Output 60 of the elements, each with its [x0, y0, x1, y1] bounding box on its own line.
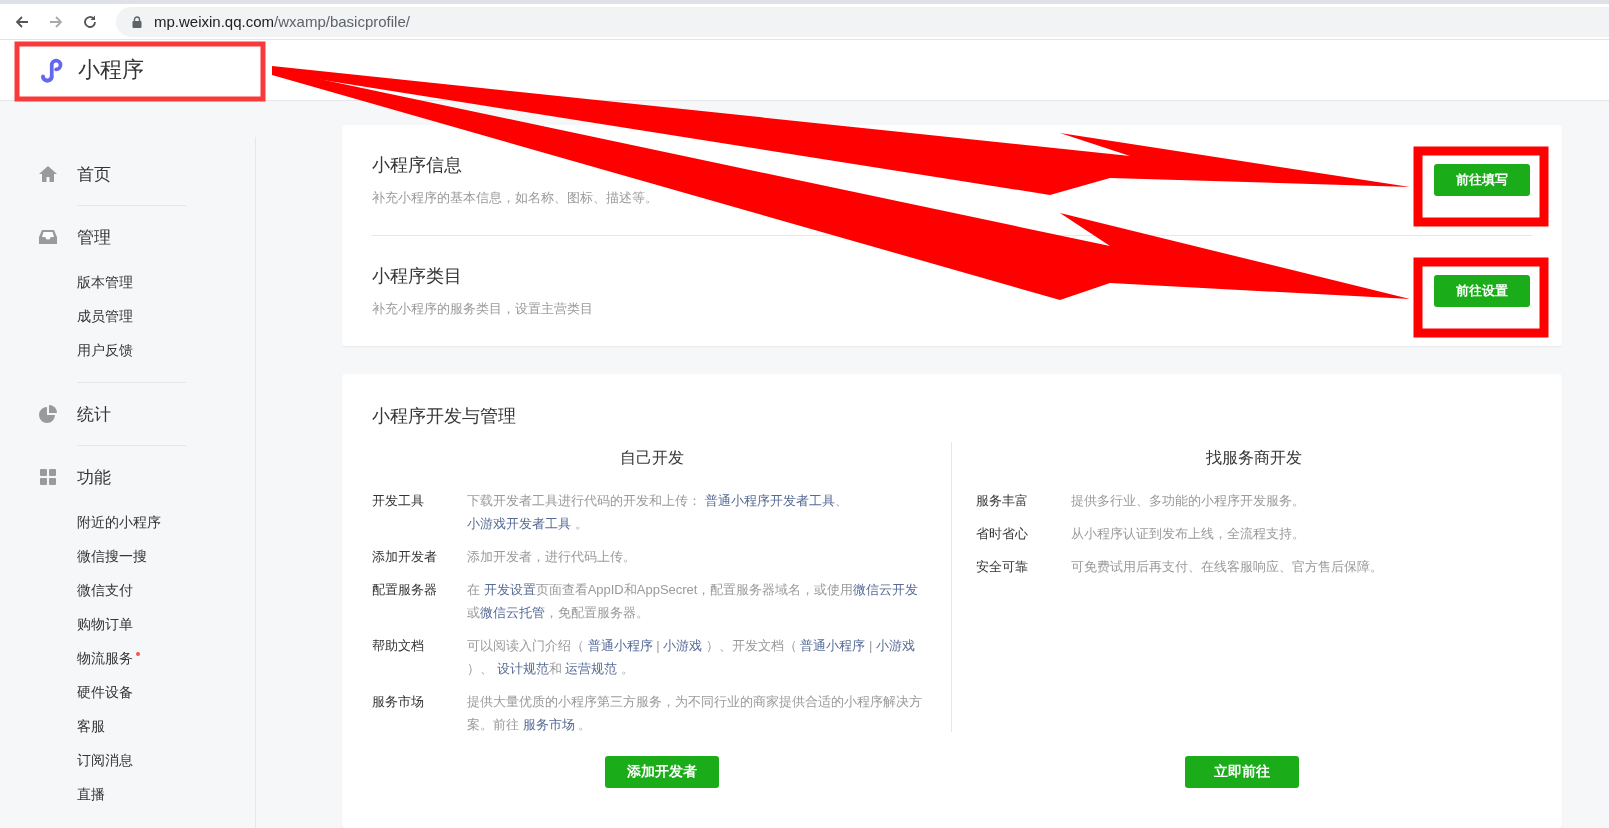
- home-icon: [38, 164, 58, 184]
- row-description: 在 开发设置页面查看AppID和AppSecret，配置服务器域名，或使用微信云开发 或微信云托管，免配置服务器。: [467, 581, 920, 622]
- address-bar[interactable]: mp.weixin.qq.com/wxamp/basicprofile/: [116, 6, 1609, 37]
- row-label: 安全可靠: [976, 558, 1029, 576]
- text-link[interactable]: 服务市场: [522, 717, 575, 732]
- text-link[interactable]: 微信云托管: [480, 605, 545, 620]
- sidebar-subitem[interactable]: 购物订单: [77, 616, 133, 634]
- row-label: 服务市场: [372, 693, 425, 711]
- row-label: 帮助文档: [372, 637, 425, 655]
- row-label: 开发工具: [372, 492, 425, 510]
- text-link[interactable]: 普通小程序: [587, 638, 653, 653]
- sidebar-subitem[interactable]: 物流服务: [77, 650, 133, 668]
- row-label: 省时省心: [976, 525, 1029, 543]
- row-description: 可免费试用后再支付、在线客服响应、官方售后保障。: [1071, 558, 1384, 576]
- row-description: 可以阅读入门介绍（ 普通小程序 | 小游戏 ）、开发文档（ 普通小程序 | 小游戏 ）、 设计规范和 运营规范 。: [467, 637, 917, 678]
- text-link[interactable]: 运营规范: [565, 661, 618, 676]
- sidebar-item[interactable]: 统计: [77, 402, 111, 426]
- lock-icon: [132, 15, 142, 28]
- sidebar-subitem[interactable]: 版本管理: [77, 274, 133, 292]
- sidebar-item[interactable]: 首页: [77, 162, 111, 186]
- column-heading: 找服务商开发: [1205, 448, 1303, 468]
- sidebar-subitem[interactable]: 客服: [77, 718, 105, 736]
- text-link[interactable]: 小游戏: [876, 638, 916, 653]
- sidebar-item[interactable]: 管理: [77, 225, 111, 249]
- sidebar-subitem[interactable]: 附近的小程序: [77, 514, 161, 532]
- section-description: 补充小程序的服务类目，设置主营类目: [372, 300, 593, 318]
- text-link[interactable]: 普通小程序开发者工具: [704, 493, 835, 508]
- row-label: 添加开发者: [372, 548, 438, 566]
- column-heading: 自己开发: [618, 448, 685, 468]
- app-title: 小程序: [78, 56, 144, 84]
- sidebar-subitem[interactable]: 订阅消息: [77, 752, 133, 770]
- text-link[interactable]: 小游戏: [663, 638, 703, 653]
- sidebar-subitem[interactable]: 直播: [77, 786, 105, 804]
- sidebar-subitem[interactable]: 微信支付: [77, 582, 133, 600]
- reload-icon[interactable]: [82, 13, 98, 30]
- row-description: 提供多行业、多功能的小程序开发服务。: [1071, 492, 1306, 510]
- text-link[interactable]: 普通小程序: [800, 638, 866, 653]
- card-title: 小程序开发与管理: [372, 405, 517, 428]
- sidebar-subitem[interactable]: 用户反馈: [77, 342, 133, 360]
- text-link[interactable]: 设计规范: [496, 661, 549, 676]
- text-link[interactable]: 小游戏开发者工具: [467, 516, 571, 531]
- row-description: 下载开发者工具进行代码的开发和上传： 普通小程序开发者工具、 小游戏开发者工具 。: [467, 492, 849, 533]
- row-description: 提供大量优质的小程序第三方服务，为不同行业的商家提供合适的小程序解决方案。前往 服务市场 。: [467, 693, 923, 734]
- text-link[interactable]: 微信云开发: [853, 582, 919, 597]
- row-label: 配置服务器: [372, 581, 438, 599]
- text-link[interactable]: 开发设置: [483, 582, 536, 597]
- row-description: 从小程序认证到发布上线，全流程支持。: [1071, 525, 1306, 543]
- sidebar-subitem[interactable]: 微信搜一搜: [77, 548, 147, 566]
- back-icon[interactable]: [14, 13, 30, 30]
- sidebar-subitem[interactable]: 硬件设备: [77, 684, 133, 702]
- row-label: 服务丰富: [976, 492, 1029, 510]
- section-description: 补充小程序的基本信息，如名称、图标、描述等。: [372, 189, 658, 207]
- section-title: 小程序信息: [372, 154, 463, 177]
- section-title: 小程序类目: [372, 265, 463, 288]
- pie-chart-icon: [38, 404, 58, 424]
- sidebar-subitem[interactable]: 成员管理: [77, 308, 133, 326]
- row-description: 添加开发者，进行代码上传。: [467, 548, 637, 566]
- inbox-icon: [38, 227, 58, 247]
- sidebar-item[interactable]: 功能: [77, 465, 111, 489]
- grid-icon: [38, 467, 58, 487]
